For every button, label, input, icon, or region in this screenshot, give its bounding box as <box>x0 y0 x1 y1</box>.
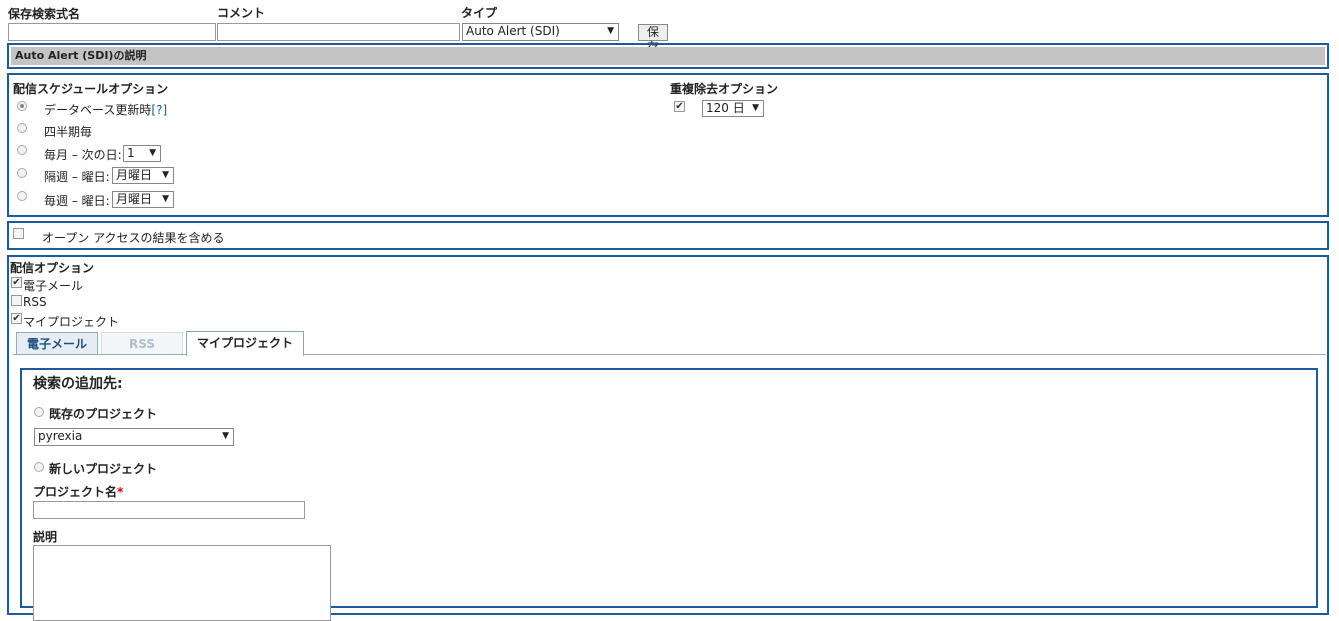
open-access-checkbox[interactable] <box>13 228 24 239</box>
biweekly-day-select[interactable]: 月曜日 ▼ <box>112 167 174 184</box>
label-quarterly: 四半期毎 <box>44 125 93 139</box>
rss-label: RSS <box>23 295 47 309</box>
save-button[interactable]: 保存 <box>638 24 668 54</box>
open-access-label: オープン アクセスの結果を含める <box>42 231 225 245</box>
radio-monthly[interactable] <box>17 145 27 155</box>
dedup-title: 重複除去オプション <box>670 82 779 96</box>
rss-checkbox[interactable] <box>11 295 22 306</box>
radio-existing-project[interactable] <box>34 407 44 417</box>
radio-new-project[interactable] <box>34 462 44 472</box>
weekly-day-select[interactable]: 月曜日 ▼ <box>112 191 174 208</box>
description-bar[interactable]: Auto Alert (SDI)の説明 <box>7 43 1329 69</box>
label-monthly: 毎月 – 次の日: <box>44 148 122 162</box>
type-label: タイプ <box>461 6 498 20</box>
email-checkbox[interactable]: ✔ <box>11 277 22 288</box>
tab-rss[interactable]: RSS <box>101 332 183 354</box>
type-select[interactable]: Auto Alert (SDI) ▼ <box>462 23 619 41</box>
description-bar-title: Auto Alert (SDI)の説明 <box>11 47 1325 65</box>
dedup-days-value: 120 日 <box>706 101 745 115</box>
chevron-down-icon: ▼ <box>607 26 614 36</box>
dedup-days-select[interactable]: 120 日 ▼ <box>702 100 764 117</box>
radio-biweekly[interactable] <box>17 168 27 178</box>
radio-weekly[interactable] <box>17 191 27 201</box>
monthly-day-select[interactable]: 1 ▼ <box>123 145 161 162</box>
required-mark: * <box>117 485 124 499</box>
dedup-checkbox[interactable]: ✔ <box>674 101 685 112</box>
label-biweekly: 隔週 – 曜日: <box>44 170 110 184</box>
saved-search-name-label: 保存検索式名 <box>8 7 81 21</box>
project-name-label: プロジェクト名* <box>33 485 124 499</box>
my-project-checkbox[interactable]: ✔ <box>11 313 22 324</box>
monthly-day-value: 1 <box>127 146 135 160</box>
chevron-down-icon: ▼ <box>752 103 759 113</box>
email-label: 電子メール <box>23 279 84 293</box>
description-label: 説明 <box>33 530 58 544</box>
chevron-down-icon: ▼ <box>149 148 156 158</box>
label-weekly: 毎週 – 曜日: <box>44 194 110 208</box>
help-link[interactable]: [?] <box>151 103 167 117</box>
type-select-value: Auto Alert (SDI) <box>466 24 560 38</box>
project-name-input[interactable] <box>33 501 305 519</box>
delivery-title: 配信オプション <box>10 261 95 275</box>
comment-label: コメント <box>217 6 266 20</box>
schedule-title: 配信スケジュールオプション <box>13 82 169 96</box>
comment-input[interactable] <box>217 23 460 41</box>
tab-email[interactable]: 電子メール <box>16 332 98 354</box>
saved-search-name-input[interactable] <box>8 23 216 41</box>
radio-database-update[interactable] <box>17 101 27 111</box>
tab-my-project[interactable]: マイプロジェクト <box>186 331 304 356</box>
label-database-update: データベース更新時[?] <box>44 103 168 117</box>
my-project-label: マイプロジェクト <box>23 315 120 329</box>
existing-project-select[interactable]: pyrexia ▼ <box>34 428 234 446</box>
schedule-panel <box>7 73 1329 217</box>
description-textarea[interactable] <box>33 545 331 621</box>
weekly-day-value: 月曜日 <box>116 192 153 206</box>
chevron-down-icon: ▼ <box>222 431 229 441</box>
biweekly-day-value: 月曜日 <box>116 168 153 182</box>
chevron-down-icon: ▼ <box>162 194 169 204</box>
chevron-down-icon: ▼ <box>162 170 169 180</box>
existing-project-label: 既存のプロジェクト <box>49 407 158 421</box>
project-panel-title: 検索の追加先: <box>33 376 123 392</box>
existing-project-value: pyrexia <box>38 429 83 443</box>
radio-quarterly[interactable] <box>17 123 27 133</box>
new-project-label: 新しいプロジェクト <box>49 462 158 476</box>
